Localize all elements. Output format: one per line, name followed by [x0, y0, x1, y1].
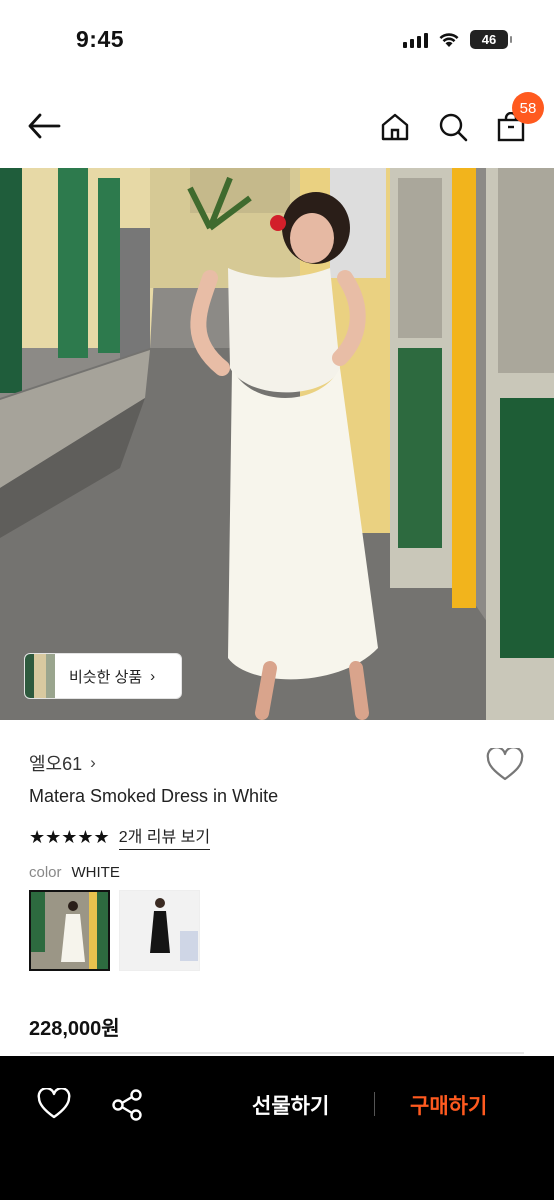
brand-name: 엘오61	[29, 754, 83, 774]
share-icon	[112, 1089, 142, 1121]
like-button[interactable]	[37, 1087, 71, 1122]
swatch-black-image	[120, 891, 199, 970]
status-bar: 9:45 46	[0, 0, 554, 84]
status-time: 9:45	[76, 26, 125, 52]
back-arrow-icon	[28, 113, 61, 139]
color-label: color	[29, 864, 62, 881]
back-button[interactable]	[24, 106, 64, 146]
color-swatches	[29, 890, 200, 971]
color-value: WHITE	[71, 864, 120, 881]
home-icon	[381, 113, 409, 141]
price: 228,000원	[29, 1018, 120, 1040]
color-row: color WHITE	[29, 864, 120, 881]
product-photo	[0, 168, 554, 720]
wishlist-button[interactable]	[486, 746, 524, 784]
heart-icon	[37, 1087, 71, 1119]
similar-products-button[interactable]: 비슷한 상품 ›	[24, 653, 182, 699]
gift-button[interactable]: 선물하기	[252, 1090, 329, 1120]
rating-stars: ★★★★★	[29, 826, 110, 847]
swatch-white-image	[31, 892, 108, 969]
rating-row: ★★★★★ 2개 리뷰 보기	[29, 823, 211, 850]
product-title: Matera Smoked Dress in White	[29, 786, 279, 806]
swatch-white[interactable]	[29, 890, 110, 971]
nav-bar: 58	[0, 84, 554, 168]
cart-count-badge: 58	[512, 92, 544, 124]
divider	[374, 1092, 375, 1116]
search-icon	[439, 113, 468, 142]
chevron-right-icon: ›	[150, 667, 156, 685]
cart-button[interactable]: 58	[490, 92, 544, 148]
signal-icon	[403, 32, 428, 48]
bottom-action-bar: 선물하기 구매하기	[0, 1056, 554, 1200]
product-hero-image[interactable]: 비슷한 상품 ›	[0, 168, 554, 720]
wifi-icon	[439, 33, 459, 47]
battery-icon: 46	[470, 30, 512, 49]
buy-button[interactable]: 구매하기	[410, 1090, 487, 1120]
review-link[interactable]: 2개 리뷰 보기	[118, 823, 211, 850]
home-button[interactable]	[374, 106, 416, 148]
share-button[interactable]	[110, 1088, 144, 1122]
similar-products-label: 비슷한 상품	[69, 668, 143, 686]
product-info: 엘오61 › Matera Smoked Dress in White ★★★★…	[0, 720, 554, 1056]
status-icons: 46	[403, 30, 512, 49]
similar-thumbnail	[25, 654, 55, 698]
brand-link[interactable]: 엘오61 ›	[29, 750, 96, 776]
swatch-black[interactable]	[119, 890, 200, 971]
search-button[interactable]	[432, 106, 474, 148]
chevron-right-icon: ›	[90, 753, 96, 772]
heart-icon	[486, 746, 524, 781]
divider	[30, 1052, 524, 1054]
